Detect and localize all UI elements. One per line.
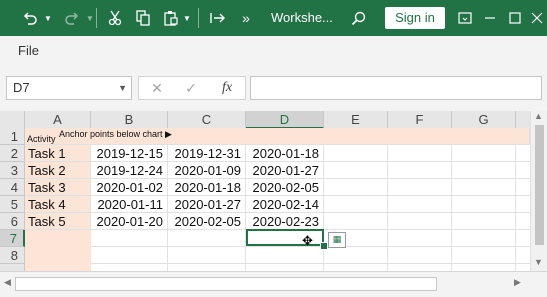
scroll-up-icon[interactable]: ▲ [534,111,543,121]
move-cursor-icon: ✥ [302,233,313,248]
paste-dropdown-icon[interactable]: ▼ [182,0,192,36]
redo-dropdown-icon: ▼ [86,13,94,23]
cell-b1[interactable]: Anchor points below chart ▶ [59,128,259,145]
cell-a2[interactable]: Task 1 [25,145,91,162]
select-all-corner[interactable] [0,111,25,129]
cell-d4[interactable]: 2020-02-05 [246,179,324,196]
horizontal-scrollbar[interactable]: ◀ ▶ [0,271,547,297]
title-bar: ▼ ▼ ▼ » Workshe... Sign in [0,0,547,36]
cell-a6[interactable]: Task 5 [25,213,91,230]
cell-b3[interactable]: 2019-12-24 [91,162,168,179]
formula-buttons: ✕ ✓ fx [138,76,246,100]
row-header-9[interactable] [0,264,25,271]
cell-c6[interactable]: 2020-02-05 [168,213,246,230]
splitter-handle-icon[interactable]: ⋮ [134,78,144,94]
row-header-3[interactable]: 3 [0,162,25,179]
enter-icon: ✓ [185,80,197,96]
file-menu[interactable]: File [18,36,39,66]
row-header-5[interactable]: 5 [0,196,25,213]
format-painter-icon[interactable] [206,0,230,36]
cancel-icon: ✕ [151,80,163,96]
column-header-f[interactable]: F [388,111,452,129]
ribbon-display-icon[interactable] [455,0,475,36]
cell-a3[interactable]: Task 2 [25,162,91,179]
row-header-7[interactable]: 7 [0,230,25,247]
scroll-left-icon[interactable]: ◀ [4,277,11,288]
column-header-a[interactable]: A [25,111,91,129]
quick-analysis-icon[interactable]: ▦ [328,232,346,248]
column-header-d[interactable]: D [246,111,324,129]
name-box[interactable]: D7 ▼ [6,76,132,100]
horizontal-scroll-thumb[interactable] [15,277,437,291]
undo-icon[interactable] [18,0,42,36]
cut-icon[interactable] [104,0,126,36]
formula-input[interactable] [250,76,542,100]
column-header-b[interactable]: B [91,111,168,129]
cell-b4[interactable]: 2020-01-02 [91,179,168,196]
formula-bar: D7 ▼ ⋮ ✕ ✓ fx [0,66,547,110]
search-icon[interactable] [348,0,368,36]
insert-function-icon[interactable]: fx [215,76,239,100]
separator [96,8,97,28]
redo-icon [60,0,84,36]
cell-c4[interactable]: 2020-01-18 [168,179,246,196]
copy-icon[interactable] [132,0,154,36]
more-commands-icon[interactable]: » [238,0,254,36]
close-icon[interactable] [527,0,547,36]
name-box-value: D7 [13,80,30,95]
scroll-right-icon[interactable]: ▶ [514,277,521,288]
minimize-icon[interactable] [480,0,500,36]
document-title[interactable]: Workshe... [271,0,333,36]
menu-bar: File [0,36,547,67]
sign-in-button[interactable]: Sign in [385,7,445,29]
row-header-8[interactable]: 8 [0,247,25,264]
row-header-2[interactable]: 2 [0,145,25,162]
paste-icon[interactable] [160,0,182,36]
separator [198,8,199,28]
cell-c3[interactable]: 2020-01-09 [168,162,246,179]
cell-d6[interactable]: 2020-02-23 [246,213,324,230]
chevron-down-icon[interactable]: ▼ [118,77,127,99]
vertical-scroll-thumb[interactable] [535,125,544,245]
fill-handle[interactable] [320,242,328,250]
cell-a4[interactable]: Task 3 [25,179,91,196]
column-header-e[interactable]: E [324,111,388,129]
column-header-g[interactable]: G [452,111,516,129]
scroll-down-icon[interactable]: ▼ [534,257,543,267]
cell-c2[interactable]: 2019-12-31 [168,145,246,162]
column-header-c[interactable]: C [168,111,246,129]
cell-d3[interactable]: 2020-01-27 [246,162,324,179]
vertical-scrollbar[interactable]: ▲ ▼ [530,111,547,271]
cell-c5[interactable]: 2020-01-27 [168,196,246,213]
cell-d2[interactable]: 2020-01-18 [246,145,324,162]
undo-dropdown-icon[interactable]: ▼ [42,0,54,36]
cell-b6[interactable]: 2020-01-20 [91,213,168,230]
cell-a5[interactable]: Task 4 [25,196,91,213]
cell-d5[interactable]: 2020-02-14 [246,196,324,213]
row-header-1[interactable]: 1 [0,128,25,145]
cell-b5[interactable]: 2020-01-11 [91,196,168,213]
row-header-4[interactable]: 4 [0,179,25,196]
maximize-icon[interactable] [505,0,525,36]
cell-b2[interactable]: 2019-12-15 [91,145,168,162]
row-header-6[interactable]: 6 [0,213,25,230]
worksheet-grid[interactable]: A B C D E F G 1 2 3 4 5 6 7 8 Activity A… [0,111,547,271]
